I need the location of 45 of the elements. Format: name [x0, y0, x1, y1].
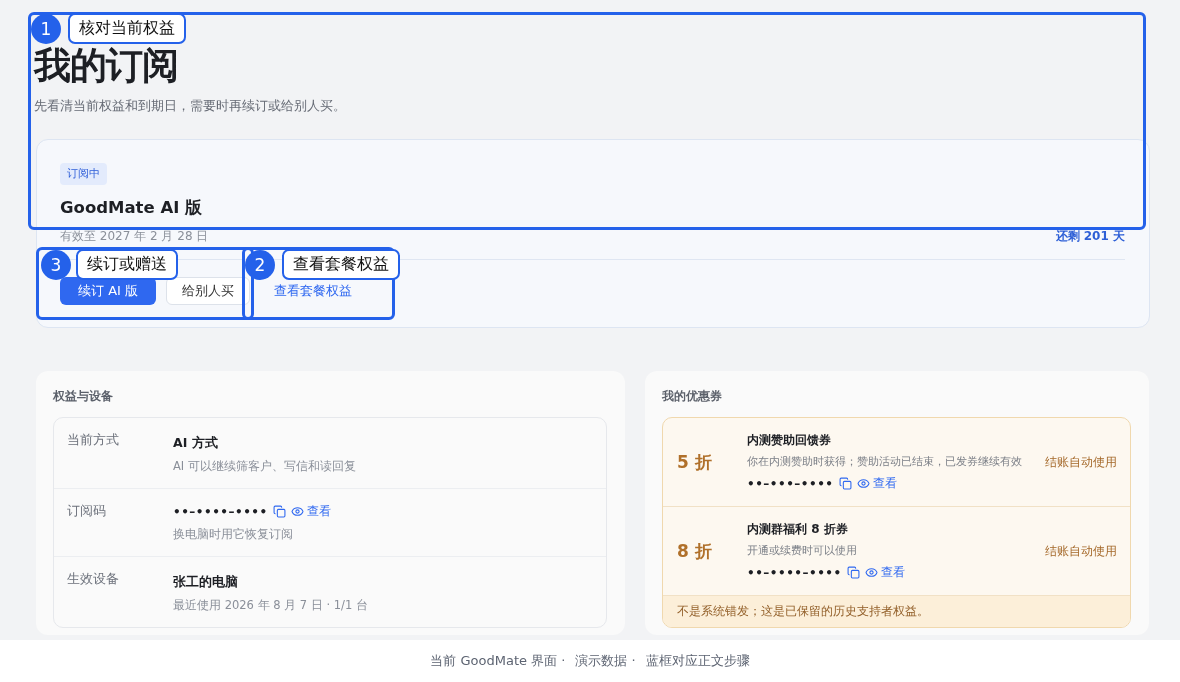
- coupon-description: 开通或续费时可以使用: [747, 544, 858, 558]
- row-value: AI 方式: [173, 435, 218, 450]
- coupon-notice: 不是系统错发；这是已保留的历史支持者权益。: [663, 596, 1130, 627]
- copy-icon[interactable]: [838, 477, 852, 490]
- copy-icon[interactable]: [272, 505, 286, 518]
- coupon-discount: 8 折: [677, 539, 713, 563]
- step-label: 续订或赠送: [76, 249, 178, 280]
- reveal-button[interactable]: 查看: [864, 564, 905, 581]
- coupon-name: 内测群福利 8 折券: [747, 521, 849, 538]
- remaining-days: 还剩 201 天: [1055, 228, 1125, 245]
- masked-code: ••–••••–••••: [173, 504, 268, 519]
- page-subtitle: 先看清当前权益和到期日，需要时再续订或给别人买。: [34, 98, 347, 115]
- card-title: 我的优惠券: [662, 389, 723, 404]
- masked-code: ••–•••–••••: [747, 476, 834, 491]
- row-label: 生效设备: [67, 571, 120, 588]
- step-label: 核对当前权益: [68, 13, 186, 44]
- reveal-button[interactable]: 查看: [290, 503, 331, 520]
- plan-link[interactable]: 查看套餐权益: [260, 277, 366, 305]
- coupon-description: 你在内测赞助时获得；赞助活动已结束，已发券继续有效: [747, 455, 1023, 469]
- page-title: 我的订阅: [34, 44, 179, 88]
- coupon-usage: 结账自动使用: [1045, 543, 1117, 559]
- status-badge: 订阅中: [60, 163, 107, 185]
- copy-icon[interactable]: [846, 566, 860, 579]
- footer-text: 演示数据 ·: [575, 652, 636, 670]
- gift-button[interactable]: 给别人买: [166, 277, 250, 305]
- step-label: 查看套餐权益: [282, 249, 400, 280]
- row-note: 换电脑时用它恢复订阅: [173, 527, 294, 542]
- row-label: 订阅码: [67, 503, 107, 520]
- eye-icon: [290, 505, 304, 518]
- footer-text: 蓝框对应正文步骤: [645, 652, 750, 670]
- row-note: AI 可以继续筛客户、写信和读回复: [173, 459, 357, 474]
- coupon-discount: 5 折: [677, 450, 713, 474]
- masked-code: ••–••••–••••: [747, 565, 842, 580]
- reveal-button[interactable]: 查看: [856, 475, 897, 492]
- expiry-date: 有效至 2027 年 2 月 28 日: [60, 228, 209, 245]
- eye-icon: [864, 566, 878, 579]
- row-label: 当前方式: [67, 432, 120, 449]
- row-note: 最近使用 2026 年 8 月 7 日 · 1/1 台: [173, 598, 369, 613]
- eye-icon: [856, 477, 870, 490]
- row-value: 张工的电脑: [173, 574, 238, 589]
- footer-text: 当前 GoodMate 界面 ·: [430, 652, 566, 670]
- coupon-name: 内测赞助回馈券: [747, 432, 832, 449]
- product-name: GoodMate AI 版: [60, 197, 204, 219]
- card-title: 权益与设备: [53, 389, 114, 404]
- coupon-usage: 结账自动使用: [1045, 454, 1117, 470]
